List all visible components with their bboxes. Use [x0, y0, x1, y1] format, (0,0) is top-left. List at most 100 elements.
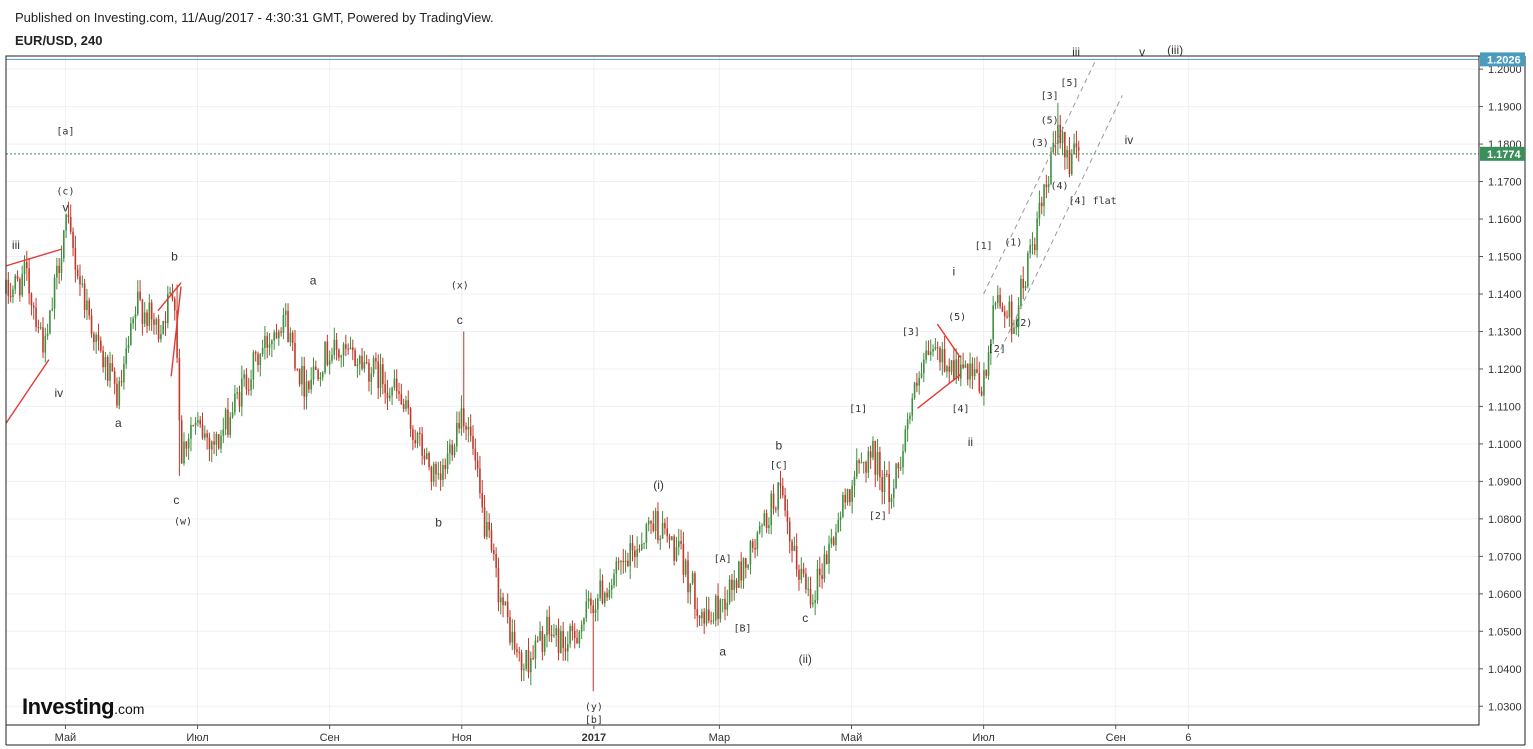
candle-body	[479, 468, 481, 494]
wave-label: [C]	[770, 460, 788, 471]
price-chart[interactable]: [a](c)viiiivabc(w)a (x)cb(y)[b](i)[A][B]a…	[0, 0, 1533, 749]
candle-body	[113, 371, 116, 384]
candle-body	[592, 605, 595, 614]
candle-body	[779, 482, 782, 486]
candle-body	[807, 588, 810, 590]
candle-body	[680, 541, 682, 544]
candle-body	[758, 525, 761, 533]
candle-body	[849, 489, 851, 502]
candle-body	[587, 598, 590, 602]
candle-body	[682, 543, 685, 575]
candle-body	[839, 516, 842, 520]
candle-body	[532, 658, 534, 660]
candle-body	[30, 293, 33, 306]
candle-body	[354, 350, 356, 367]
candle-body	[911, 398, 914, 416]
candle-body	[331, 354, 333, 361]
wave-label: b	[435, 515, 442, 529]
candle-body	[529, 658, 532, 673]
candle-body	[143, 312, 146, 324]
candle-body	[474, 448, 477, 461]
candle-body	[282, 314, 285, 333]
candle-body	[120, 381, 123, 383]
candle-body	[51, 308, 54, 311]
candle-body	[458, 422, 460, 429]
wave-label: ii	[968, 435, 973, 449]
wave-label: (x)	[451, 280, 469, 291]
candle-body	[312, 366, 315, 380]
candle-body	[183, 441, 185, 464]
candle-body	[846, 489, 849, 503]
candle-body	[791, 541, 793, 551]
candle-body	[1027, 253, 1029, 287]
candle-body	[74, 248, 77, 270]
wave-label: c	[802, 611, 808, 625]
y-tick-label: 1.1900	[1488, 102, 1522, 114]
wave-label: v	[1139, 45, 1145, 59]
candle-body	[1029, 245, 1031, 254]
candle-body	[476, 460, 479, 469]
candle-body	[199, 420, 201, 425]
y-tick-label: 1.1100	[1488, 401, 1521, 413]
candle-body	[812, 602, 814, 605]
investing-logo: Investing.com	[22, 694, 144, 720]
candle-body	[449, 444, 451, 454]
candle-body	[971, 363, 974, 377]
candle-body	[800, 568, 803, 580]
wave-label: [2]	[869, 511, 887, 522]
candle-body	[527, 650, 530, 673]
candle-body	[1059, 124, 1062, 144]
candle-body	[520, 652, 523, 671]
candle-body	[39, 327, 42, 329]
y-tick-label: 1.0500	[1488, 626, 1522, 638]
y-tick-label: 1.0300	[1488, 701, 1522, 713]
candle-body	[513, 631, 516, 650]
candle-body	[23, 261, 26, 275]
candle-body	[414, 439, 417, 444]
candle-body	[754, 548, 756, 550]
wave-label: iii	[1072, 45, 1080, 59]
candle-body	[421, 433, 423, 456]
candle-body	[601, 580, 604, 604]
candle-body	[243, 374, 245, 379]
candle-body	[456, 422, 458, 447]
candle-body	[712, 620, 715, 622]
candle-body	[714, 595, 717, 621]
candle-body	[210, 441, 213, 450]
candle-body	[953, 360, 955, 380]
candle-body	[486, 521, 488, 537]
candle-body	[1003, 311, 1006, 317]
candle-body	[26, 261, 28, 269]
candle-body	[703, 611, 705, 624]
candle-body	[493, 550, 495, 554]
candle-body	[499, 597, 502, 603]
candle-body	[425, 453, 428, 460]
candle-body	[95, 334, 97, 343]
candle-body	[636, 549, 638, 558]
wave-label: i	[953, 264, 956, 278]
candle-body	[550, 634, 553, 636]
candle-body	[405, 400, 407, 409]
candle-body	[638, 549, 641, 551]
x-tick-label: Мар	[709, 732, 731, 744]
candle-body	[44, 335, 47, 353]
candle-body	[902, 451, 904, 468]
candle-body	[340, 355, 343, 358]
candle-body	[573, 630, 576, 638]
candle-body	[904, 429, 907, 452]
candle-body	[430, 467, 433, 482]
candle-body	[1075, 143, 1078, 148]
wave-label: (5)	[1041, 115, 1059, 126]
wave-label: (w)	[174, 516, 192, 527]
candle-body	[1045, 184, 1048, 188]
candle-body	[571, 626, 574, 631]
candle-body	[280, 331, 282, 333]
candle-body	[1022, 278, 1025, 289]
candle-body	[365, 362, 368, 364]
candle-body	[724, 599, 726, 610]
candle-body	[432, 463, 435, 482]
candle-body	[65, 214, 67, 231]
time-axis[interactable]: Май Июл Сен Ноя 2017 Мар Май Июл Сен 6	[5, 725, 1525, 746]
candle-body	[224, 409, 227, 430]
wave-label: b	[171, 249, 178, 263]
